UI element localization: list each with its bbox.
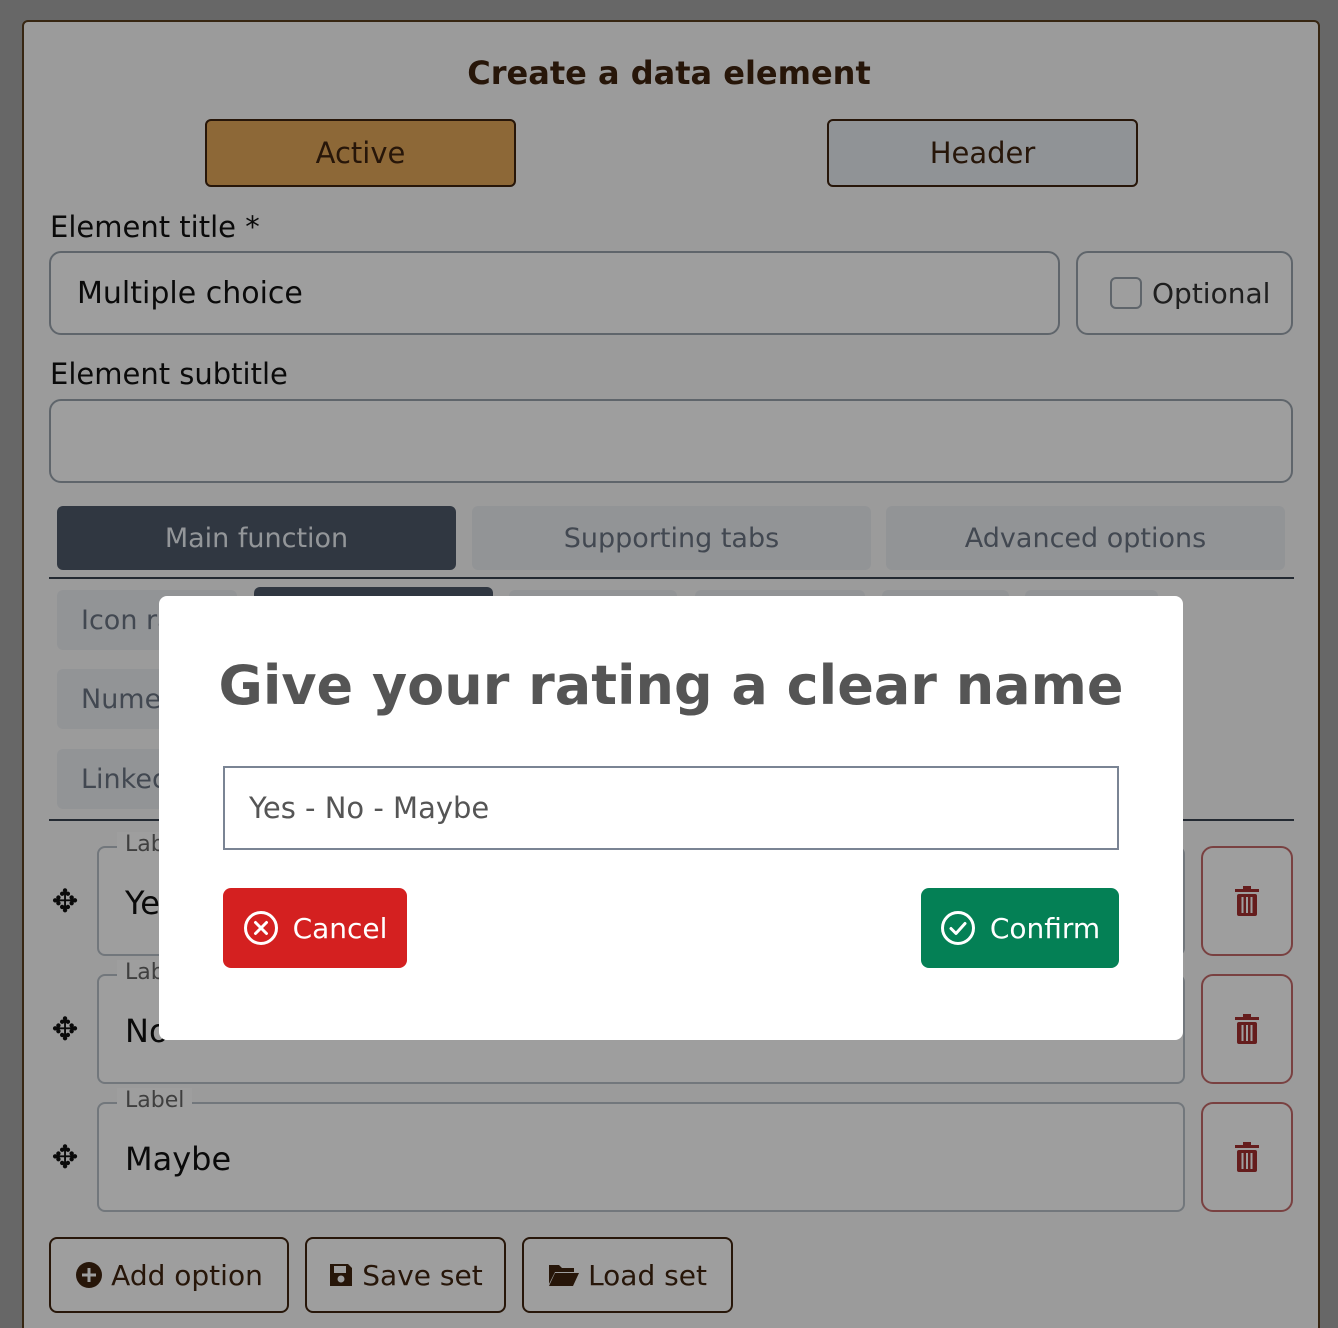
modal-title: Give your rating a clear name — [218, 654, 1124, 717]
confirm-button[interactable]: Confirm — [921, 888, 1119, 968]
x-circle-icon — [243, 911, 278, 945]
cancel-label: Cancel — [292, 911, 388, 945]
rating-name-input[interactable] — [223, 766, 1119, 850]
confirm-label: Confirm — [989, 911, 1101, 945]
check-circle-icon — [940, 911, 975, 945]
rating-name-modal: Give your rating a clear name Cancel Con… — [159, 596, 1183, 1040]
cancel-button[interactable]: Cancel — [223, 888, 407, 968]
